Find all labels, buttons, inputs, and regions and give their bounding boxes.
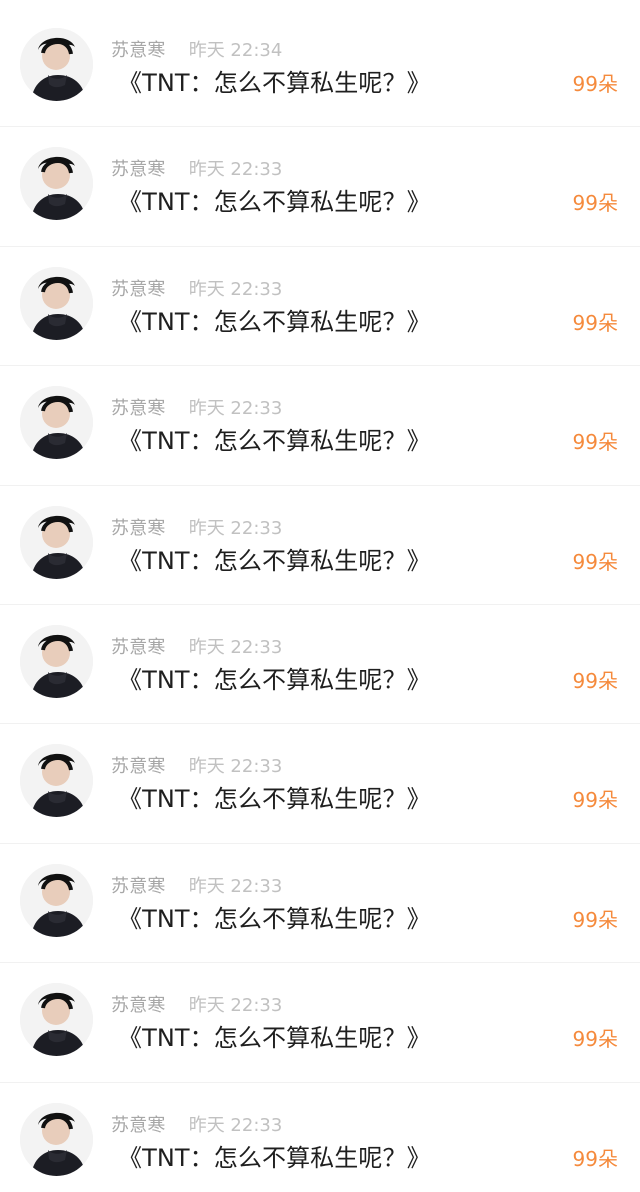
message-meta: 苏意寒 昨天 22:33 — [111, 637, 282, 661]
message-list-item[interactable]: 苏意寒 昨天 22:33 《TNT：怎么不算私生呢？》 99朵 — [0, 1081, 640, 1192]
avatar-icon — [20, 744, 93, 818]
message-list-item[interactable]: 苏意寒 昨天 22:33 《TNT：怎么不算私生呢？》 99朵 — [0, 365, 640, 485]
gift-count: 99朵 — [572, 191, 618, 216]
message-text: 《TNT：怎么不算私生呢？》 — [118, 427, 431, 456]
username[interactable]: 苏意寒 — [111, 756, 166, 778]
message-meta: 苏意寒 昨天 22:33 — [111, 279, 282, 303]
message-text: 《TNT：怎么不算私生呢？》 — [118, 904, 431, 933]
message-meta: 苏意寒 昨天 22:33 — [111, 756, 282, 780]
message-text: 《TNT：怎么不算私生呢？》 — [118, 785, 431, 814]
message-meta: 苏意寒 昨天 22:33 — [111, 398, 282, 422]
username[interactable]: 苏意寒 — [111, 518, 166, 540]
message-text: 《TNT：怎么不算私生呢？》 — [118, 69, 431, 97]
gift-count: 99朵 — [572, 907, 618, 932]
username[interactable]: 苏意寒 — [111, 1115, 166, 1137]
avatar-icon — [20, 147, 93, 221]
avatar[interactable] — [20, 744, 93, 818]
message-list-item[interactable]: 苏意寒 昨天 22:34 《TNT：怎么不算私生呢？》 99朵 — [0, 7, 640, 127]
message-time: 昨天 22:33 — [188, 636, 283, 658]
username[interactable]: 苏意寒 — [111, 995, 166, 1017]
message-time: 昨天 22:33 — [188, 875, 283, 897]
avatar-icon — [20, 505, 93, 579]
gift-count: 99朵 — [572, 430, 618, 455]
message-list-item[interactable]: 苏意寒 昨天 22:33 《TNT：怎么不算私生呢？》 99朵 — [0, 962, 640, 1082]
username[interactable]: 苏意寒 — [111, 876, 166, 898]
gift-count: 99朵 — [572, 1146, 618, 1171]
avatar-icon — [20, 863, 93, 937]
avatar-icon — [20, 1102, 93, 1176]
avatar-icon — [20, 28, 93, 101]
message-time: 昨天 22:33 — [188, 756, 283, 778]
gift-count: 99朵 — [572, 310, 618, 335]
username[interactable]: 苏意寒 — [111, 279, 166, 301]
message-time: 昨天 22:34 — [188, 40, 283, 61]
message-list-item[interactable]: 苏意寒 昨天 22:33 《TNT：怎么不算私生呢？》 99朵 — [0, 245, 640, 366]
message-meta: 苏意寒 昨天 22:33 — [111, 876, 282, 900]
message-text: 《TNT：怎么不算私生呢？》 — [118, 665, 431, 694]
avatar[interactable] — [20, 386, 93, 460]
message-text: 《TNT：怎么不算私生呢？》 — [118, 307, 431, 336]
message-text: 《TNT：怎么不算私生呢？》 — [118, 188, 431, 217]
avatar[interactable] — [20, 505, 93, 579]
avatar[interactable] — [20, 863, 93, 937]
message-meta: 苏意寒 昨天 22:33 — [111, 159, 282, 183]
username[interactable]: 苏意寒 — [111, 40, 166, 62]
avatar[interactable] — [20, 624, 93, 698]
username[interactable]: 苏意寒 — [111, 159, 166, 181]
username[interactable]: 苏意寒 — [111, 398, 166, 420]
message-list-item[interactable]: 苏意寒 昨天 22:33 《TNT：怎么不算私生呢？》 99朵 — [0, 842, 640, 963]
message-list-item[interactable]: 苏意寒 昨天 22:33 《TNT：怎么不算私生呢？》 99朵 — [0, 126, 640, 246]
message-meta: 苏意寒 昨天 22:34 — [111, 40, 282, 64]
avatar[interactable] — [20, 1102, 93, 1176]
avatar[interactable] — [20, 147, 93, 221]
avatar[interactable] — [20, 266, 93, 340]
message-meta: 苏意寒 昨天 22:33 — [111, 1115, 282, 1139]
avatar[interactable] — [20, 983, 93, 1057]
username[interactable]: 苏意寒 — [111, 637, 166, 659]
gift-count: 99朵 — [572, 668, 618, 693]
avatar-icon — [20, 386, 93, 460]
avatar-icon — [20, 983, 93, 1057]
gift-count: 99朵 — [572, 1027, 618, 1052]
avatar[interactable] — [20, 28, 93, 101]
message-list-item[interactable]: 苏意寒 昨天 22:33 《TNT：怎么不算私生呢？》 99朵 — [0, 484, 640, 604]
gift-count: 99朵 — [572, 788, 618, 813]
message-time: 昨天 22:33 — [188, 278, 283, 300]
message-text: 《TNT：怎么不算私生呢？》 — [118, 1024, 431, 1053]
message-text: 《TNT：怎么不算私生呢？》 — [118, 546, 431, 575]
message-meta: 苏意寒 昨天 22:33 — [111, 518, 282, 542]
avatar-icon — [20, 266, 93, 340]
gift-count: 99朵 — [572, 72, 618, 96]
message-list-item[interactable]: 苏意寒 昨天 22:33 《TNT：怎么不算私生呢？》 99朵 — [0, 603, 640, 724]
message-time: 昨天 22:33 — [188, 517, 283, 539]
message-list-item[interactable]: 苏意寒 昨天 22:33 《TNT：怎么不算私生呢？》 99朵 — [0, 723, 640, 843]
avatar-icon — [20, 624, 93, 698]
message-feed-page: 苏意寒 昨天 22:34 《TNT：怎么不算私生呢？》 99朵 苏意寒 昨天 2… — [0, 0, 640, 1192]
message-feed: 苏意寒 昨天 22:34 《TNT：怎么不算私生呢？》 99朵 苏意寒 昨天 2… — [0, 7, 640, 1192]
gift-count: 99朵 — [572, 549, 618, 574]
message-time: 昨天 22:33 — [188, 1114, 283, 1136]
message-time: 昨天 22:33 — [188, 995, 283, 1017]
message-time: 昨天 22:33 — [188, 159, 283, 181]
message-text: 《TNT：怎么不算私生呢？》 — [118, 1143, 431, 1172]
message-time: 昨天 22:33 — [188, 398, 283, 420]
message-meta: 苏意寒 昨天 22:33 — [111, 995, 282, 1019]
